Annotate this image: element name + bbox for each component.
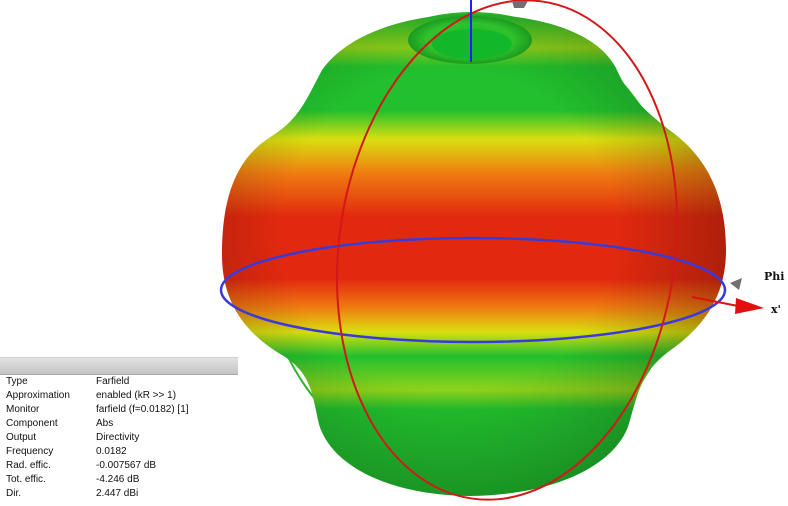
info-row: Rad. effic. -0.007567 dB bbox=[0, 459, 238, 473]
info-key: Output bbox=[6, 432, 37, 443]
x-axis-arrow bbox=[735, 298, 764, 314]
info-panel-header[interactable] bbox=[0, 358, 238, 375]
info-value: -4.246 dB bbox=[96, 474, 140, 485]
info-key: Component bbox=[6, 418, 58, 429]
info-value: farfield (f=0.0182) [1] bbox=[96, 404, 189, 415]
info-value: -0.007567 dB bbox=[96, 460, 157, 471]
info-key: Dir. bbox=[6, 488, 21, 499]
x-axis-label: x' bbox=[771, 303, 781, 316]
info-key: Tot. effic. bbox=[6, 474, 46, 485]
info-value: enabled (kR >> 1) bbox=[96, 390, 177, 401]
info-key: Frequency bbox=[6, 446, 54, 457]
top-axis-marker bbox=[512, 1, 528, 8]
info-rows: Type Farfield Approximation enabled (kR >> … bbox=[0, 375, 238, 501]
info-row: Frequency 0.0182 bbox=[0, 445, 238, 459]
info-row: Dir. 2.447 dBi bbox=[0, 487, 238, 501]
info-row: Component Abs bbox=[0, 417, 238, 431]
info-key: Type bbox=[6, 376, 28, 387]
info-value: Abs bbox=[96, 418, 114, 429]
phi-axis-marker bbox=[730, 278, 742, 290]
farfield-info-panel: Type Farfield Approximation enabled (kR >> … bbox=[0, 357, 238, 506]
info-row: Monitor farfield (f=0.0182) [1] bbox=[0, 403, 238, 417]
info-row: Output Directivity bbox=[0, 431, 238, 445]
info-value: Farfield bbox=[96, 376, 130, 387]
info-value: 0.0182 bbox=[96, 446, 127, 457]
phi-axis-label: Phi bbox=[764, 270, 785, 283]
info-row: Type Farfield bbox=[0, 375, 238, 389]
info-key: Monitor bbox=[6, 404, 40, 415]
info-value: 2.447 dBi bbox=[96, 488, 139, 499]
info-key: Rad. effic. bbox=[6, 460, 51, 471]
info-value: Directivity bbox=[96, 432, 140, 443]
info-key: Approximation bbox=[6, 390, 70, 401]
info-row: Tot. effic. -4.246 dB bbox=[0, 473, 238, 487]
info-row: Approximation enabled (kR >> 1) bbox=[0, 389, 238, 403]
farfield-pattern-surface bbox=[222, 14, 726, 496]
